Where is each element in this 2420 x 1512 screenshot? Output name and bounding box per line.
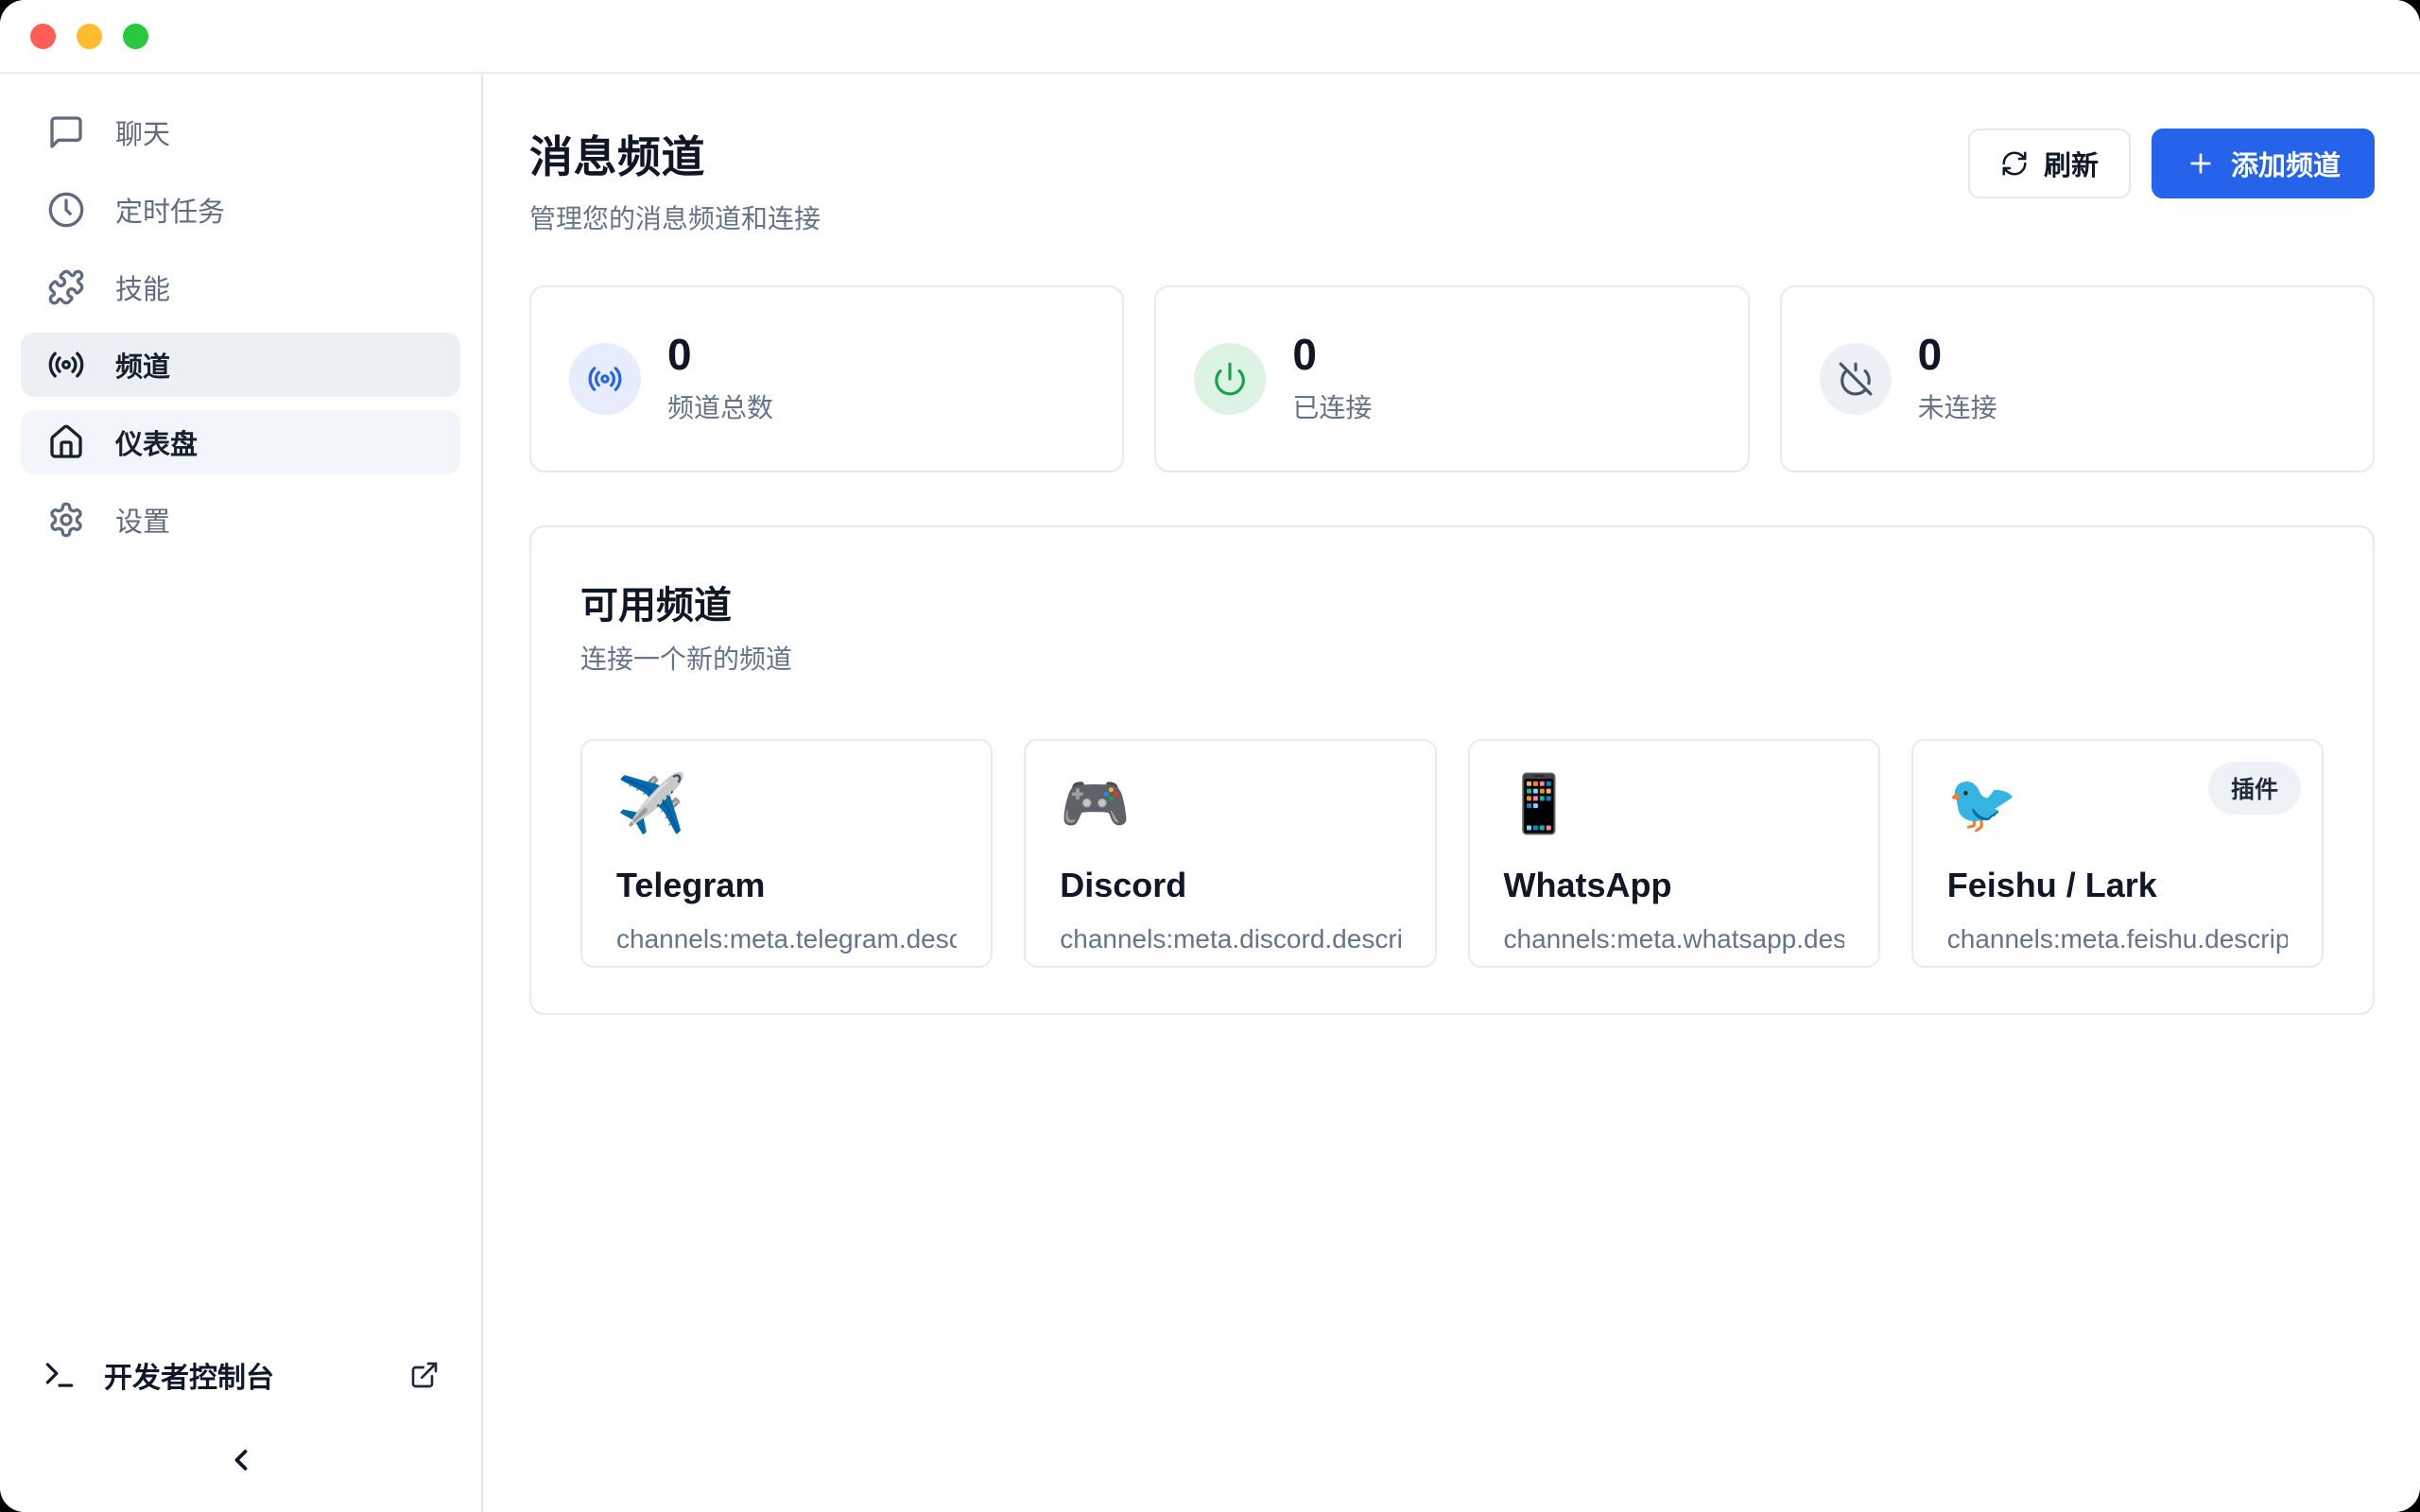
minimize-button[interactable]	[77, 24, 102, 49]
traffic-lights	[30, 24, 148, 49]
channel-description: channels:meta.telegram.descript	[616, 924, 957, 954]
power-off-icon	[1838, 361, 1874, 397]
titlebar	[0, 0, 2420, 74]
channel-description: channels:meta.whatsapp.descrip	[1504, 924, 1844, 954]
stat-icon-wrap	[569, 343, 641, 415]
broadcast-icon	[47, 346, 85, 384]
refresh-button[interactable]: 刷新	[1968, 129, 2131, 198]
whatsapp-phone-icon: 📱	[1504, 773, 1844, 835]
puzzle-icon	[47, 268, 85, 306]
sidebar-item-scheduled-tasks[interactable]: 定时任务	[21, 178, 460, 242]
sidebar-item-label: 设置	[115, 500, 170, 540]
channel-name: Feishu / Lark	[1947, 866, 2288, 905]
home-icon	[47, 423, 85, 461]
sidebar-item-dashboard[interactable]: 仪表盘	[21, 410, 460, 474]
sidebar-item-label: 定时任务	[115, 190, 225, 230]
chat-icon	[47, 113, 85, 151]
external-link-icon	[409, 1360, 440, 1390]
sidebar-collapse-button[interactable]	[0, 1408, 481, 1512]
sidebar-item-chat[interactable]: 聊天	[21, 100, 460, 164]
zoom-button[interactable]	[123, 24, 148, 49]
sidebar-item-settings[interactable]: 设置	[21, 488, 460, 552]
stat-card-connected: 0 已连接	[1154, 285, 1749, 472]
channel-grid: ✈️ Telegram channels:meta.telegram.descr…	[580, 739, 2324, 968]
developer-console-label: 开发者控制台	[104, 1354, 274, 1396]
add-channel-button[interactable]: 添加频道	[2152, 129, 2375, 198]
stat-label: 频道总数	[667, 387, 773, 425]
stat-card-total-channels: 0 频道总数	[529, 285, 1124, 472]
stat-value: 0	[1292, 333, 1372, 376]
sidebar-item-label: 频道	[115, 345, 170, 385]
developer-console-link[interactable]: 开发者控制台	[0, 1342, 481, 1408]
stat-card-disconnected: 0 未连接	[1780, 285, 2375, 472]
channel-card-discord[interactable]: 🎮 Discord channels:meta.discord.descript…	[1024, 739, 1436, 968]
plugin-badge: 插件	[2208, 762, 2301, 815]
stat-icon-wrap	[1820, 343, 1892, 415]
telegram-airplane-icon: ✈️	[616, 773, 957, 835]
discord-gamepad-icon: 🎮	[1060, 773, 1400, 835]
refresh-button-label: 刷新	[2044, 144, 2099, 183]
sidebar: 聊天 定时任务 技能 频道 仪表盘	[0, 74, 483, 1512]
add-channel-button-label: 添加频道	[2231, 144, 2341, 183]
panel-subtitle: 连接一个新的频道	[580, 639, 2324, 677]
plus-icon	[2186, 148, 2216, 179]
stat-icon-wrap	[1194, 343, 1266, 415]
sidebar-item-label: 聊天	[115, 112, 170, 152]
refresh-icon	[2000, 149, 2029, 178]
terminal-icon	[42, 1357, 78, 1393]
main-content: 消息频道 管理您的消息频道和连接 刷新 添加频道	[483, 74, 2420, 1512]
channel-name: Telegram	[616, 866, 957, 905]
available-channels-panel: 可用频道 连接一个新的频道 ✈️ Telegram channels:meta.…	[529, 525, 2375, 1015]
app-window: 聊天 定时任务 技能 频道 仪表盘	[0, 0, 2420, 1512]
channel-description: channels:meta.discord.descriptio	[1060, 924, 1400, 954]
channel-name: Discord	[1060, 866, 1400, 905]
page-subtitle: 管理您的消息频道和连接	[529, 198, 821, 236]
channel-description: channels:meta.feishu.description	[1947, 924, 2288, 954]
stat-value: 0	[1918, 333, 1997, 376]
sidebar-item-label: 技能	[115, 267, 170, 307]
chevron-left-icon	[224, 1443, 258, 1477]
sidebar-nav: 聊天 定时任务 技能 频道 仪表盘	[0, 100, 481, 552]
channel-card-feishu[interactable]: 插件 🐦 Feishu / Lark channels:meta.feishu.…	[1911, 739, 2324, 968]
channel-card-telegram[interactable]: ✈️ Telegram channels:meta.telegram.descr…	[580, 739, 993, 968]
stats-row: 0 频道总数 0 已连接	[529, 285, 2375, 472]
channel-name: WhatsApp	[1504, 866, 1844, 905]
stat-label: 已连接	[1292, 387, 1372, 425]
close-button[interactable]	[30, 24, 56, 49]
sidebar-item-channels[interactable]: 频道	[21, 333, 460, 397]
stat-label: 未连接	[1918, 387, 1997, 425]
channel-card-whatsapp[interactable]: 📱 WhatsApp channels:meta.whatsapp.descri…	[1468, 739, 1880, 968]
clock-icon	[47, 191, 85, 229]
page-title: 消息频道	[529, 123, 821, 185]
panel-title: 可用频道	[580, 575, 2324, 629]
page-header: 消息频道 管理您的消息频道和连接 刷新 添加频道	[529, 123, 2375, 236]
gear-icon	[47, 501, 85, 539]
sidebar-item-label: 仪表盘	[115, 422, 198, 462]
broadcast-icon	[587, 361, 623, 397]
power-icon	[1212, 361, 1248, 397]
sidebar-item-skills[interactable]: 技能	[21, 255, 460, 319]
stat-value: 0	[667, 333, 773, 376]
